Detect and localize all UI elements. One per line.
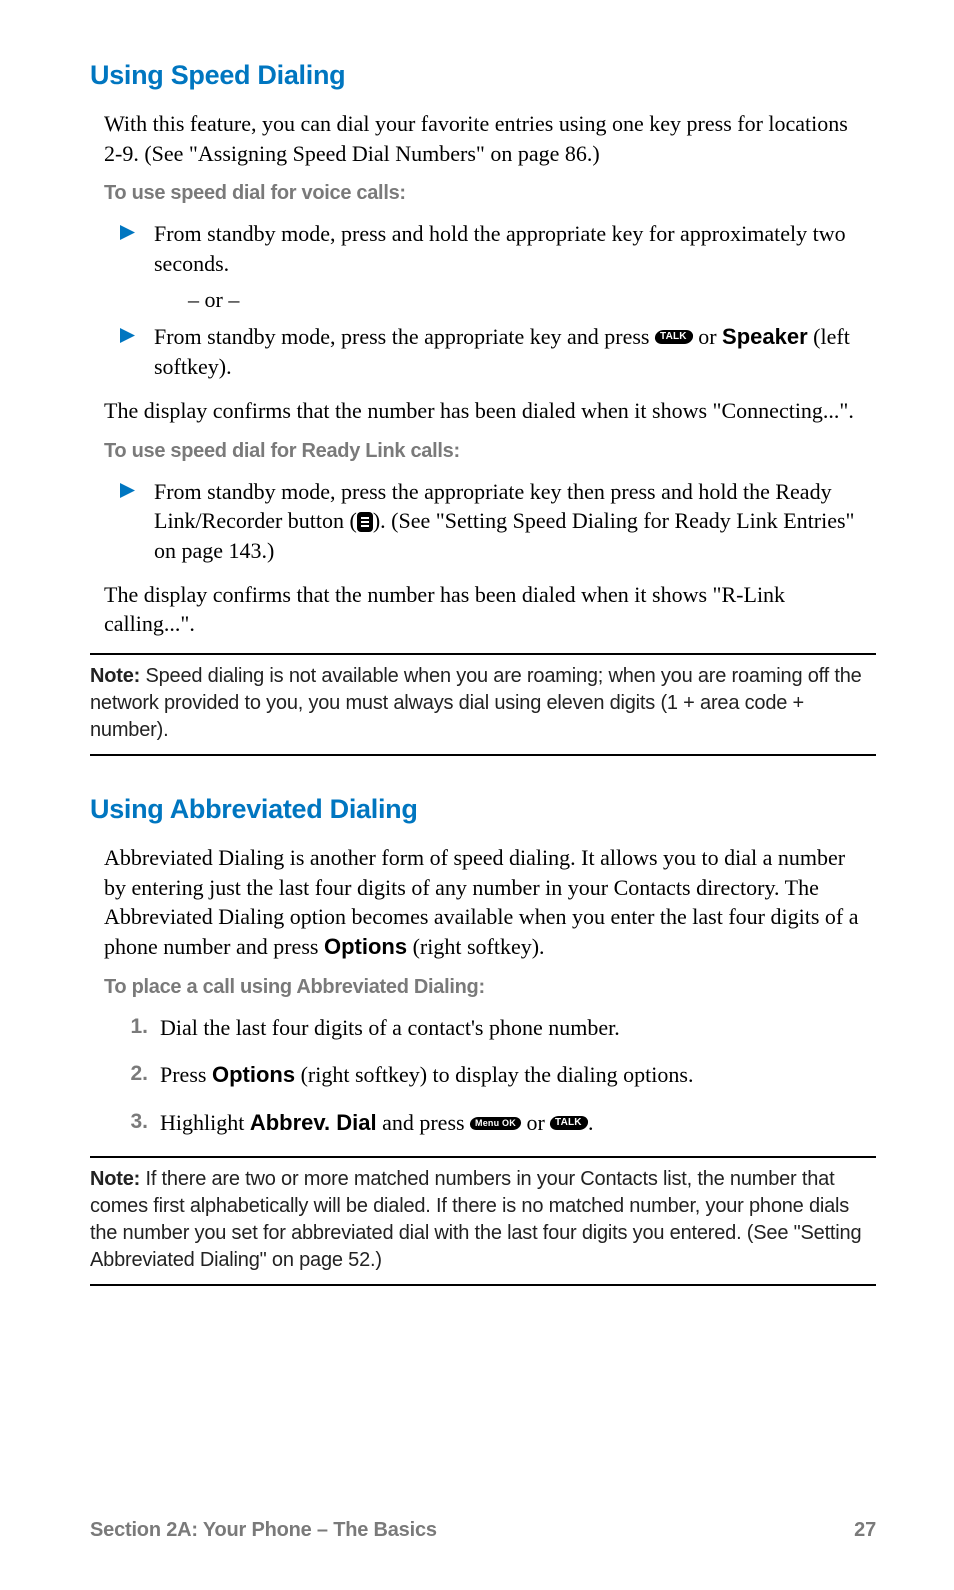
note2-divider-top <box>90 1156 876 1158</box>
abbrev-steps: 1. Dial the last four digits of a contac… <box>120 1013 870 1138</box>
step-3-text-a: Highlight <box>160 1110 250 1135</box>
heading-speed-dialing: Using Speed Dialing <box>90 60 876 91</box>
connecting-confirm: The display confirms that the number has… <box>104 396 870 426</box>
note-label: Note: <box>90 665 140 687</box>
step-2-text-a: Press <box>160 1062 212 1087</box>
voice-calls-steps: From standby mode, press and hold the ap… <box>120 219 870 381</box>
step-number-2: 2. <box>120 1060 148 1088</box>
note-divider-bottom <box>90 754 876 756</box>
note-text: Speed dialing is not available when you … <box>90 665 862 741</box>
voice-step-2-text-b: or <box>693 324 722 349</box>
abbrev-dial-note: Note: If there are two or more matched n… <box>90 1166 876 1274</box>
or-separator: – or – <box>188 285 870 315</box>
speaker-label: Speaker <box>722 324 808 349</box>
options-label: Options <box>324 934 407 959</box>
voice-step-1: From standby mode, press and hold the ap… <box>120 219 870 314</box>
voice-step-2-text-a: From standby mode, press the appropriate… <box>154 324 655 349</box>
voice-step-2: From standby mode, press the appropriate… <box>120 322 870 381</box>
readylink-subheading: To use speed dial for Ready Link calls: <box>104 440 870 463</box>
abbrev-intro: Abbreviated Dialing is another form of s… <box>104 843 870 962</box>
page-footer: Section 2A: Your Phone – The Basics 27 <box>90 1519 876 1542</box>
note-divider-top <box>90 653 876 655</box>
speed-dial-note: Note: Speed dialing is not available whe… <box>90 663 876 744</box>
footer-section-label: Section 2A: Your Phone – The Basics <box>90 1519 437 1542</box>
readylink-step-1: From standby mode, press the appropriate… <box>120 477 870 566</box>
step-number-1: 1. <box>120 1013 148 1041</box>
step-2-text-b: (right softkey) to display the dialing o… <box>295 1062 693 1087</box>
note2-divider-bottom <box>90 1284 876 1286</box>
abbrev-subheading: To place a call using Abbreviated Dialin… <box>104 976 870 999</box>
readylink-steps: From standby mode, press the appropriate… <box>120 477 870 566</box>
abbrev-step-3: 3. Highlight Abbrev. Dial and press Menu… <box>120 1108 870 1138</box>
triangle-bullet-icon <box>120 225 135 240</box>
step-number-3: 3. <box>120 1108 148 1136</box>
abbrev-step-2: 2. Press Options (right softkey) to disp… <box>120 1060 870 1090</box>
speed-dial-intro: With this feature, you can dial your fav… <box>104 109 870 168</box>
abbrev-dial-label: Abbrev. Dial <box>250 1110 377 1135</box>
note-label-2: Note: <box>90 1168 140 1190</box>
options-label-2: Options <box>212 1062 295 1087</box>
talk-key-icon: TALK <box>654 330 694 344</box>
readylink-button-icon <box>357 512 373 532</box>
step-3-text-b: and press <box>377 1110 470 1135</box>
step-1-text: Dial the last four digits of a contact's… <box>160 1015 620 1040</box>
voice-calls-subheading: To use speed dial for voice calls: <box>104 182 870 205</box>
voice-step-1-text: From standby mode, press and hold the ap… <box>154 221 846 276</box>
note-text-2: If there are two or more matched numbers… <box>90 1168 861 1271</box>
talk-key-icon-2: TALK <box>549 1116 589 1130</box>
step-3-text-c: or <box>521 1110 550 1135</box>
triangle-bullet-icon <box>120 328 135 343</box>
heading-abbrev-dialing: Using Abbreviated Dialing <box>90 794 876 825</box>
rlink-confirm: The display confirms that the number has… <box>104 580 870 639</box>
abbrev-intro-b: (right softkey). <box>407 934 544 959</box>
triangle-bullet-icon <box>120 483 135 498</box>
menu-ok-key-icon: Menu OK <box>469 1117 522 1130</box>
step-3-text-d: . <box>588 1110 594 1135</box>
abbrev-step-1: 1. Dial the last four digits of a contac… <box>120 1013 870 1043</box>
footer-page-number: 27 <box>854 1519 876 1542</box>
